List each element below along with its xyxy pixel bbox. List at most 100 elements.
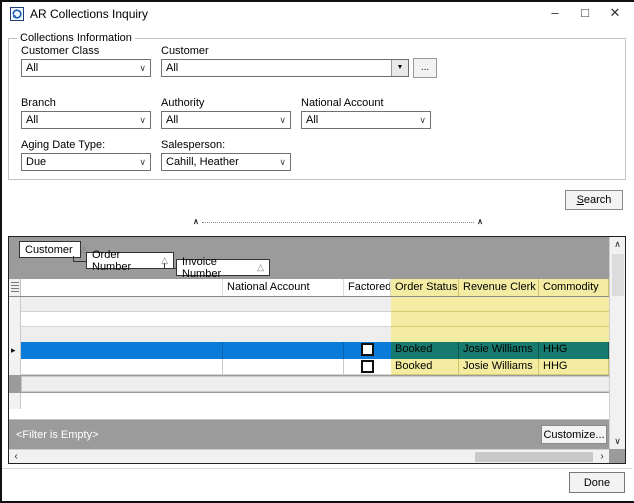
done-button[interactable]: Done (569, 472, 625, 493)
footer-separator (2, 468, 632, 469)
done-button-label: Done (583, 476, 611, 489)
group-title: Collections Information (17, 32, 135, 44)
app-icon (10, 7, 24, 21)
customer-label: Customer (161, 45, 209, 57)
cell-order-status[interactable]: Booked (391, 342, 459, 359)
empty-row-band (21, 297, 391, 312)
title-bar: AR Collections Inquiry – □ ✕ (2, 2, 632, 26)
chevron-down-icon: ∨ (279, 115, 286, 125)
authority-label: Authority (161, 97, 205, 109)
customer-class-select[interactable]: All ∨ (21, 59, 151, 77)
cell-national-account[interactable] (223, 359, 344, 375)
cell-customer[interactable] (21, 342, 223, 359)
column-header-factored[interactable]: Factored (344, 279, 391, 296)
cell-factored[interactable] (344, 359, 391, 375)
aging-date-type-value: Due (26, 156, 47, 168)
branch-label: Branch (21, 97, 56, 109)
search-button[interactable]: Search (565, 190, 623, 210)
chevron-down-icon: ∨ (139, 115, 146, 125)
row-indicator-icon (11, 282, 19, 293)
cell-commodity[interactable]: HHG (539, 359, 609, 375)
group-by-customer-label: Customer (25, 243, 73, 256)
empty-row-highlight-band (391, 312, 609, 327)
aging-date-type-label: Aging Date Type: (21, 139, 106, 151)
scroll-right-icon[interactable]: › (595, 450, 609, 463)
grid-empty-row (9, 297, 609, 312)
group-by-connector (73, 256, 86, 262)
splitter-dots[interactable] (201, 221, 475, 223)
minimize-button[interactable]: – (540, 4, 570, 22)
chevron-down-icon: ∨ (139, 63, 146, 73)
cell-customer[interactable] (21, 359, 223, 375)
vertical-scrollbar-thumb[interactable] (612, 254, 624, 296)
authority-value: All (166, 114, 179, 126)
maximize-button[interactable]: □ (570, 4, 600, 22)
cell-revenue-clerk[interactable]: Josie Williams (459, 359, 539, 375)
customer-select[interactable]: All ▼ (161, 59, 409, 77)
row-selector-cell[interactable]: ▸ (9, 342, 21, 359)
empty-row-band (9, 409, 609, 419)
empty-row-highlight-band (391, 297, 609, 312)
horizontal-scrollbar[interactable]: ‹ › (9, 449, 609, 463)
chevron-down-icon: ∨ (419, 115, 426, 125)
customer-browse-button[interactable]: ... (413, 58, 437, 78)
group-by-invoice-number[interactable]: Invoice Number △ (176, 256, 270, 280)
national-account-select[interactable]: All ∨ (301, 111, 431, 129)
grid-data-row[interactable]: Booked Josie Williams HHG (9, 359, 609, 375)
collections-information-group: Collections Information Customer Class A… (8, 32, 626, 180)
grid-empty-row (9, 376, 609, 392)
salesperson-value: Cahill, Heather (166, 156, 239, 168)
customer-class-label: Customer Class (21, 45, 100, 57)
horizontal-scrollbar-thumb[interactable] (475, 452, 593, 462)
grid-empty-row (9, 327, 609, 342)
results-grid: Customer △ Order Number △ Invoice Number… (8, 236, 626, 464)
scroll-left-icon[interactable]: ‹ (9, 450, 23, 463)
scroll-down-icon[interactable]: ∨ (610, 434, 625, 449)
column-header-order-status[interactable]: Order Status (391, 279, 459, 296)
empty-row-highlight-band (391, 327, 609, 342)
national-account-value: All (306, 114, 319, 126)
salesperson-select[interactable]: Cahill, Heather ∨ (161, 153, 291, 171)
row-selector-cell (9, 297, 21, 312)
grid-filter-bar: <Filter is Empty> Customize... (9, 419, 609, 449)
scroll-up-icon[interactable]: ∧ (610, 237, 625, 252)
column-header-revenue-clerk[interactable]: Revenue Clerk (459, 279, 539, 296)
collapse-up-icon[interactable]: ∧ (477, 218, 483, 226)
column-header-commodity[interactable]: Commodity (539, 279, 609, 296)
collapse-up-icon[interactable]: ∧ (193, 218, 199, 226)
authority-select[interactable]: All ∨ (161, 111, 291, 129)
cell-revenue-clerk[interactable]: Josie Williams (459, 342, 539, 359)
column-header-blank[interactable] (21, 279, 223, 296)
group-by-order-number[interactable]: Order Number △ (86, 249, 174, 273)
column-header-row: National Account Factored Order Status R… (9, 279, 609, 297)
cell-order-status[interactable]: Booked (391, 359, 459, 375)
current-row-arrow-icon: ▸ (11, 345, 16, 355)
splitter-handle[interactable]: ∧ ∧ (193, 217, 483, 227)
grid-empty-row (9, 409, 609, 419)
ar-collections-inquiry-window: AR Collections Inquiry – □ ✕ Collections… (0, 0, 634, 503)
column-header-national-account[interactable]: National Account (223, 279, 344, 296)
vertical-scrollbar[interactable]: ∧ ∨ (609, 237, 625, 449)
aging-date-type-select[interactable]: Due ∨ (21, 153, 151, 171)
row-selector-cell[interactable] (9, 359, 21, 375)
chevron-down-icon: ∨ (279, 157, 286, 167)
row-selector-cell (9, 327, 21, 342)
grid-data-row-selected[interactable]: ▸ Booked Josie Williams HHG (9, 342, 609, 359)
factored-checkbox[interactable] (361, 343, 374, 356)
cell-national-account[interactable] (223, 342, 344, 359)
filter-status-text: <Filter is Empty> (16, 429, 99, 441)
branch-select[interactable]: All ∨ (21, 111, 151, 129)
cell-commodity[interactable]: HHG (539, 342, 609, 359)
cell-factored[interactable] (344, 342, 391, 359)
row-selector-header[interactable] (9, 279, 21, 296)
window-controls: – □ ✕ (540, 4, 630, 22)
factored-checkbox[interactable] (361, 360, 374, 373)
customize-button[interactable]: Customize... (541, 425, 607, 444)
customer-class-value: All (26, 62, 39, 74)
window-title: AR Collections Inquiry (30, 7, 149, 21)
close-button[interactable]: ✕ (600, 4, 630, 22)
dropdown-arrow-icon[interactable]: ▼ (391, 60, 408, 76)
group-by-customer[interactable]: Customer △ (19, 241, 88, 258)
national-account-label: National Account (301, 97, 384, 109)
empty-row-band (21, 327, 391, 342)
